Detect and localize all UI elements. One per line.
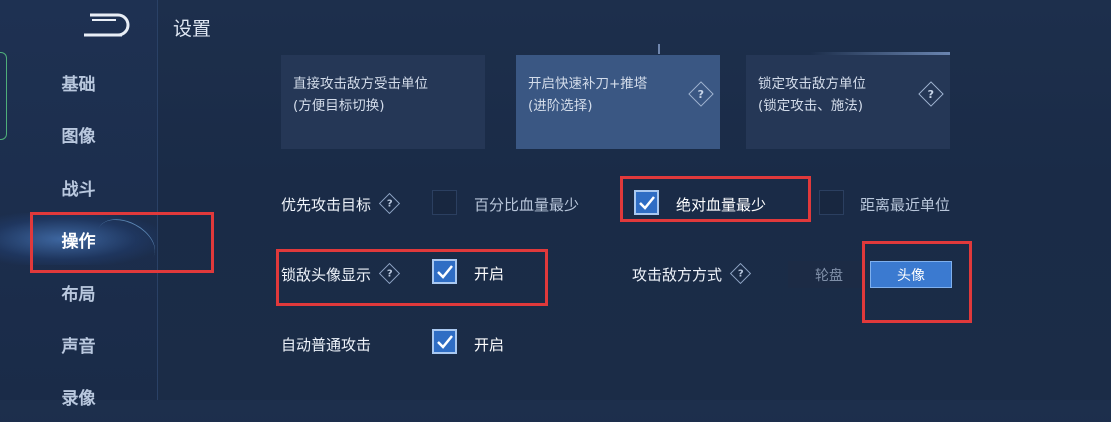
option-label: 距离最近单位 xyxy=(860,196,951,214)
card-title: 直接攻击敌方受击单位 xyxy=(293,76,428,92)
option-label: 开启 xyxy=(474,336,505,354)
sidebar-item-basic[interactable]: 基础 xyxy=(0,56,157,108)
card-title: 锁定攻击敌方单位 xyxy=(758,76,866,92)
card-subtitle: (锁定攻击、施法) xyxy=(758,98,864,114)
sidebar-item-combat[interactable]: 战斗 xyxy=(0,161,157,213)
annotation-box xyxy=(620,176,811,222)
divider xyxy=(650,44,660,54)
auto-attack-checkbox[interactable] xyxy=(432,329,457,354)
sidebar-item-graphics[interactable]: 图像 xyxy=(0,108,157,160)
sidebar-item-label: 布局 xyxy=(61,284,96,305)
sidebar-item-replay[interactable]: 录像 xyxy=(0,370,157,422)
card-title: 开启快速补刀+推塔 xyxy=(528,76,648,92)
attack-mode-card-lock-target[interactable]: 锁定攻击敌方单位 (锁定攻击、施法) ? xyxy=(746,55,950,149)
back-icon[interactable] xyxy=(82,12,130,38)
sidebar-item-label: 基础 xyxy=(61,74,96,95)
card-subtitle: (方便目标切换) xyxy=(293,98,385,114)
sidebar: 基础 图像 战斗 操作 布局 声音 录像 xyxy=(0,0,163,409)
option-label: 百分比血量最少 xyxy=(474,196,580,214)
lowest-percent-hp-checkbox[interactable] xyxy=(432,190,457,215)
annotation-box xyxy=(276,249,548,306)
annotation-box xyxy=(30,212,214,273)
priority-target-label: 优先攻击目标 xyxy=(281,196,372,214)
attack-mode-card-direct[interactable]: 直接攻击敌方受击单位 (方便目标切换) xyxy=(281,55,485,149)
sidebar-item-label: 录像 xyxy=(61,388,96,409)
page-title: 设置 xyxy=(173,18,212,40)
nearest-unit-checkbox[interactable] xyxy=(819,190,844,215)
sidebar-item-label: 声音 xyxy=(61,336,96,357)
sidebar-item-sound[interactable]: 声音 xyxy=(0,318,157,370)
annotation-box xyxy=(862,241,972,323)
help-icon[interactable]: ? xyxy=(378,192,401,215)
attack-mode-card-quick-last-hit[interactable]: 开启快速补刀+推塔 (进阶选择) ? xyxy=(516,55,720,149)
attack-mode-label: 攻击敌方方式 xyxy=(632,266,723,284)
sidebar-item-label: 图像 xyxy=(61,126,96,147)
card-subtitle: (进阶选择) xyxy=(528,98,593,114)
sidebar-item-layout[interactable]: 布局 xyxy=(0,266,157,318)
help-icon[interactable]: ? xyxy=(729,262,752,285)
check-icon xyxy=(437,335,453,349)
sidebar-item-label: 战斗 xyxy=(61,179,96,200)
wheel-mode-button[interactable]: 轮盘 xyxy=(788,261,870,288)
auto-attack-label: 自动普通攻击 xyxy=(281,336,372,354)
